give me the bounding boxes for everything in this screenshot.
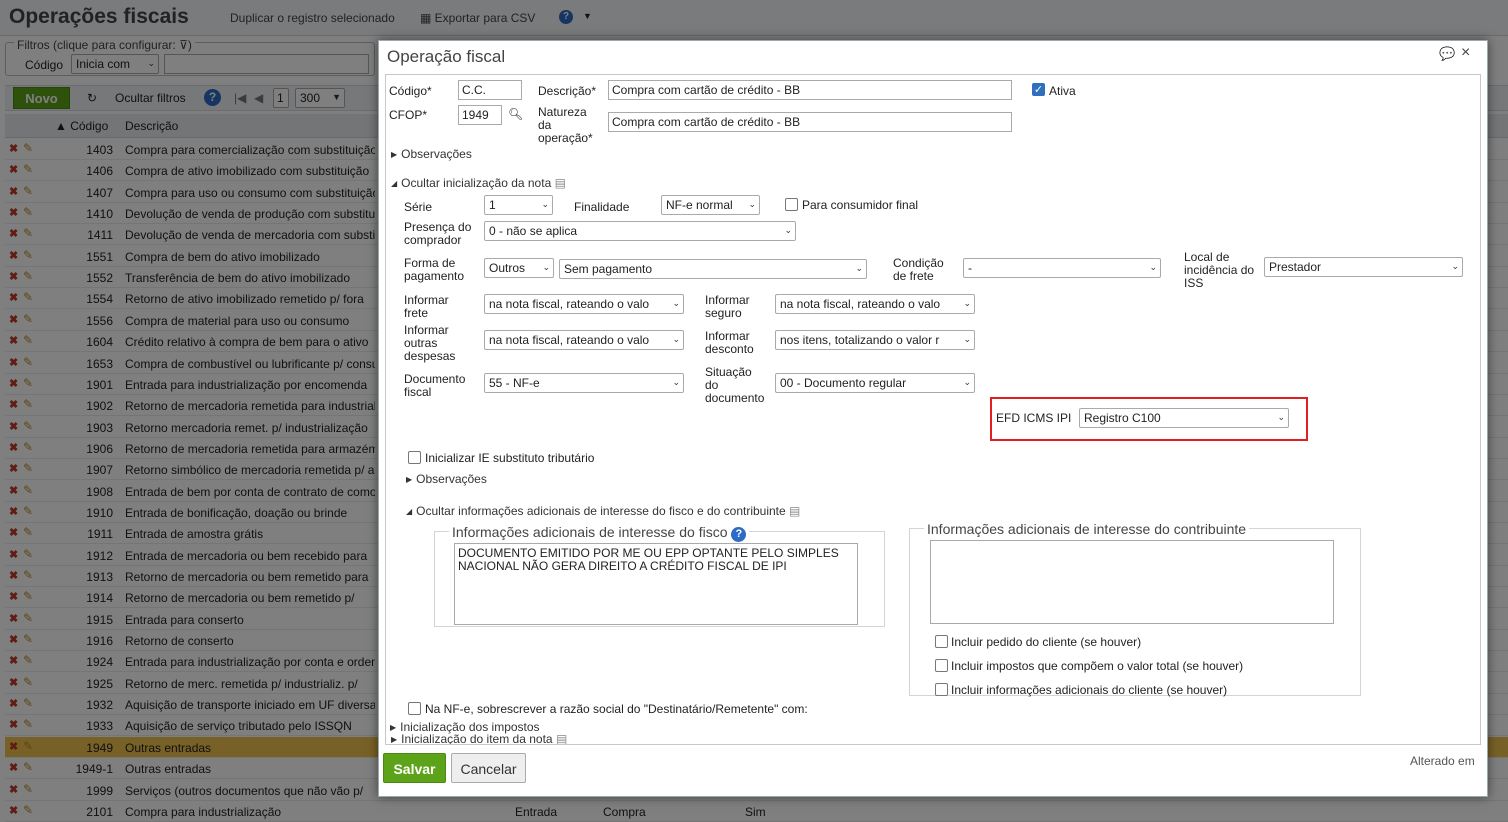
documento-fiscal-select[interactable]: 55 - NF-e ⌄ <box>484 373 684 393</box>
serie-label: Série <box>404 200 433 214</box>
presenca-label: Presença do comprador <box>404 220 472 247</box>
efd-label: EFD ICMS IPI <box>996 411 1072 425</box>
meio-pagamento-select[interactable]: Sem pagamento ⌄ <box>559 259 867 279</box>
cfop-label: CFOP* <box>389 108 428 122</box>
informar-frete-select[interactable]: na nota fiscal, rateando o valo ⌄ <box>484 294 684 314</box>
incluir-impostos-label: Incluir impostos que compõem o valor tot… <box>951 659 1244 673</box>
cfop-input[interactable]: 1949 <box>458 105 502 125</box>
ocultar-init-toggle[interactable]: ◢ Ocultar inicialização da nota ▤ <box>391 176 566 190</box>
ativa-checkbox[interactable]: ✓ <box>1032 83 1045 96</box>
contribuinte-textarea[interactable] <box>930 540 1334 624</box>
situacao-select[interactable]: 00 - Documento regular ⌄ <box>775 373 975 393</box>
natureza-label: Natureza da operação* <box>538 105 593 145</box>
init-impostos-toggle[interactable]: ▶ Inicialização dos impostos <box>390 720 540 734</box>
consumidor-final-label: Para consumidor final <box>802 198 919 212</box>
list-icon: ▤ <box>555 732 568 745</box>
incluir-info-label: Incluir informações adicionais do client… <box>951 683 1228 697</box>
informar-desconto-select[interactable]: nos itens, totalizando o valor r ⌄ <box>775 330 975 350</box>
situacao-label: Situação do documento <box>705 365 765 405</box>
cancel-button[interactable]: Cancelar <box>451 753 526 783</box>
informar-outras-select[interactable]: na nota fiscal, rateando o valo ⌄ <box>484 330 684 350</box>
alterado-label: Alterado em <box>1410 754 1475 768</box>
triangle-down-icon: ◢ <box>406 507 413 516</box>
finalidade-label: Finalidade <box>574 200 630 214</box>
informar-outras-label: Informar outras despesas <box>404 323 456 363</box>
forma-pagamento-label: Forma de pagamento <box>404 256 465 283</box>
natureza-input[interactable]: Compra com cartão de crédito - BB <box>608 112 1012 132</box>
local-iss-label: Local de incidência do ISS <box>1184 250 1255 290</box>
triangle-down-icon: ◢ <box>391 179 398 188</box>
incluir-pedido-checkbox[interactable] <box>935 635 948 648</box>
dialog-body: Código* C.C. Descrição* Compra com cartã… <box>385 74 1481 745</box>
save-button[interactable]: Salvar <box>383 753 446 783</box>
incluir-pedido-label: Incluir pedido do cliente (se houver) <box>951 635 1142 649</box>
documento-fiscal-label: Documento fiscal <box>404 372 466 399</box>
ie-subst-label: Inicializar IE substituto tributário <box>425 451 595 465</box>
incluir-impostos-checkbox[interactable] <box>935 659 948 672</box>
descricao-input[interactable]: Compra com cartão de crédito - BB <box>608 80 1012 100</box>
incluir-info-checkbox[interactable] <box>935 683 948 696</box>
help-icon: ? <box>731 527 747 542</box>
descricao-label: Descrição* <box>538 84 597 98</box>
informar-seguro-select[interactable]: na nota fiscal, rateando o valo ⌄ <box>775 294 975 314</box>
fiscal-operation-dialog: Operação fiscal 💬 × Código* C.C. Descriç… <box>378 40 1488 797</box>
informar-desconto-label: Informar desconto <box>705 329 754 356</box>
informar-frete-label: Informar frete <box>404 293 449 320</box>
consumidor-final-checkbox[interactable] <box>785 198 798 211</box>
list-icon: ▤ <box>789 504 801 518</box>
forma-pagamento-select[interactable]: Outros ⌄ <box>484 258 554 278</box>
contribuinte-fieldset: Informações adicionais de interesse do c… <box>909 521 1361 697</box>
local-iss-select[interactable]: Prestador ⌄ <box>1264 257 1463 277</box>
observacoes-toggle[interactable]: ▶ Observações <box>391 147 472 161</box>
triangle-right-icon: ▶ <box>406 475 413 484</box>
search-icon[interactable]: 🔍︎ <box>508 107 523 121</box>
condicao-frete-label: Condição de frete <box>893 256 944 283</box>
condicao-frete-select[interactable]: - ⌄ <box>963 258 1161 278</box>
finalidade-select[interactable]: NF-e normal ⌄ <box>661 195 760 215</box>
fisco-textarea[interactable]: DOCUMENTO EMITIDO POR ME OU EPP OPTANTE … <box>454 543 858 625</box>
serie-select[interactable]: 1 ⌄ <box>484 195 553 215</box>
triangle-right-icon: ▶ <box>391 150 398 159</box>
informar-seguro-label: Informar seguro <box>705 293 750 320</box>
triangle-right-icon: ▶ <box>390 723 397 732</box>
fisco-fieldset: Informações adicionais de interesse do f… <box>434 524 885 627</box>
fisco-legend: Informações adicionais de interesse do f… <box>449 524 750 542</box>
sobrescrever-checkbox[interactable] <box>408 702 421 715</box>
list-icon: ▤ <box>554 176 566 190</box>
codigo-label: Código* <box>389 84 432 98</box>
presenca-select[interactable]: 0 - não se aplica ⌄ <box>484 221 796 241</box>
ie-subst-checkbox[interactable] <box>408 451 421 464</box>
dialog-title: Operação fiscal <box>387 47 506 66</box>
codigo-input[interactable]: C.C. <box>458 80 522 100</box>
sobrescrever-label: Na NF-e, sobrescrever a razão social do … <box>425 702 808 716</box>
observacoes2-toggle[interactable]: ▶ Observações <box>406 472 487 486</box>
ativa-label: Ativa <box>1049 84 1076 98</box>
comment-icon[interactable]: 💬 <box>1439 46 1455 62</box>
efd-select[interactable]: Registro C100 ⌄ <box>1079 408 1289 428</box>
close-icon[interactable]: × <box>1461 44 1470 62</box>
triangle-right-icon: ▶ <box>391 735 398 744</box>
ocultar-info-toggle[interactable]: ◢ Ocultar informações adicionais de inter… <box>406 504 800 518</box>
contribuinte-legend: Informações adicionais de interesse do c… <box>924 521 1250 537</box>
